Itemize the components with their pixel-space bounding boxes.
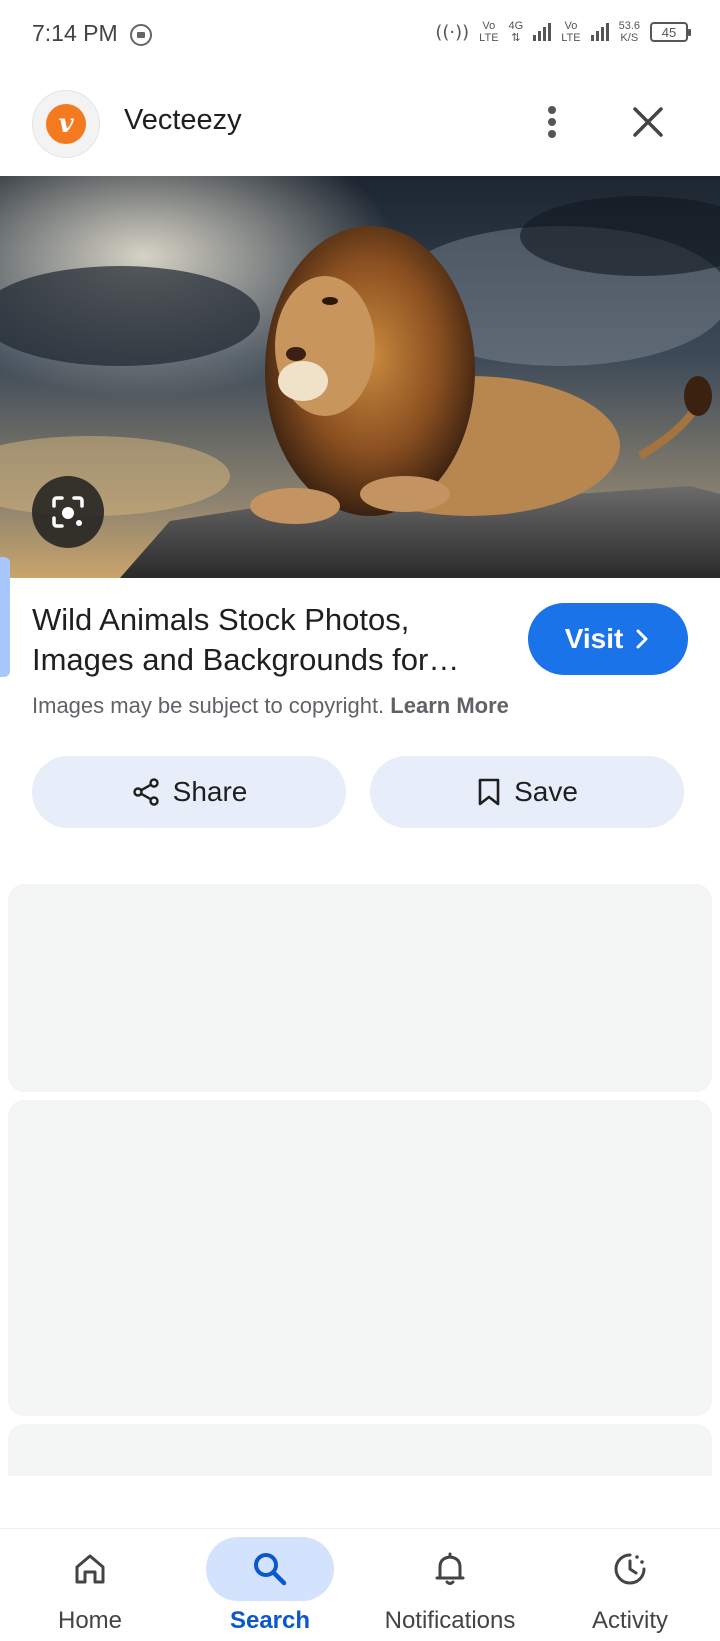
data-arrows-icon: ⇅ <box>511 32 521 44</box>
bottom-navigation: Home Search Notifications Activity <box>0 1528 720 1641</box>
network-type: 4G ⇅ <box>509 20 524 44</box>
lens-icon <box>52 496 84 528</box>
nav-activity[interactable]: Activity <box>540 1537 720 1641</box>
status-indicators: ((·)) Vo LTE 4G ⇅ Vo LTE 53.6 K/S 45 <box>435 20 691 44</box>
nav-notifications-icon-wrap <box>386 1537 514 1601</box>
side-panel-handle[interactable] <box>0 557 10 677</box>
site-logo[interactable]: v <box>32 90 100 158</box>
home-icon <box>75 1554 105 1584</box>
nav-activity-icon-wrap <box>566 1537 694 1601</box>
learn-more-link[interactable]: Learn More <box>390 693 509 718</box>
nav-search-icon-wrap <box>206 1537 334 1601</box>
speed-unit: K/S <box>620 32 639 44</box>
vecteezy-logo-icon: v <box>46 104 86 144</box>
loading-placeholder-card <box>8 884 712 1092</box>
signal-icon <box>533 23 552 41</box>
status-time: 7:14 PM <box>32 20 118 46</box>
network-speed: 53.6 K/S <box>619 20 640 44</box>
nav-activity-label: Activity <box>591 1607 668 1634</box>
result-image[interactable] <box>0 176 720 578</box>
volte-indicator-2: Vo LTE <box>561 20 580 44</box>
copyright-text: Images may be subject to copyright. <box>32 693 385 718</box>
nav-notifications[interactable]: Notifications <box>360 1537 540 1641</box>
nav-home-label: Home <box>57 1607 123 1634</box>
loading-placeholder-card <box>8 1424 712 1476</box>
volte-indicator: Vo LTE <box>479 20 498 44</box>
network-type-text: 4G <box>508 20 524 32</box>
share-button[interactable]: Share <box>32 756 346 828</box>
chevron-right-icon <box>636 629 648 649</box>
volte-bottom-text: LTE <box>479 32 499 44</box>
bookmark-icon <box>478 778 500 806</box>
source-header: v Vecteezy <box>0 80 720 176</box>
volte-top-text-2: Vo <box>564 20 578 32</box>
signal-icon-2 <box>590 23 609 41</box>
save-label: Save <box>514 776 578 807</box>
copyright-notice: Images may be subject to copyright. Lear… <box>32 693 509 719</box>
nav-notifications-label: Notifications <box>384 1607 516 1634</box>
notification-icon <box>130 24 152 46</box>
close-icon <box>633 107 663 137</box>
lion-on-rock-image <box>0 176 720 578</box>
more-vert-icon <box>548 106 556 138</box>
search-icon <box>254 1553 287 1586</box>
visit-label: Visit <box>564 623 624 654</box>
speed-value: 53.6 <box>618 20 640 32</box>
nav-home-icon-wrap <box>26 1537 154 1601</box>
bell-icon <box>435 1552 465 1585</box>
nav-home[interactable]: Home <box>0 1537 180 1641</box>
share-icon <box>132 778 159 806</box>
battery-level: 45 <box>661 24 677 40</box>
close-button[interactable] <box>626 100 670 144</box>
google-lens-button[interactable] <box>32 476 104 548</box>
more-options-button[interactable] <box>530 100 574 144</box>
nav-search-label: Search <box>229 1607 311 1634</box>
visit-button[interactable]: Visit <box>528 603 688 675</box>
hotspot-icon: ((·)) <box>435 21 470 43</box>
site-name[interactable]: Vecteezy <box>124 104 242 137</box>
status-bar: 7:14 PM ((·)) Vo LTE 4G ⇅ Vo LTE 53.6 K/… <box>0 0 720 72</box>
share-label: Share <box>172 776 248 807</box>
volte-bottom-text-2: LTE <box>561 32 581 44</box>
battery-icon: 45 <box>650 22 691 42</box>
activity-icon <box>614 1553 646 1585</box>
volte-top-text: Vo <box>482 20 496 32</box>
result-title[interactable]: Wild Animals Stock Photos, Images and Ba… <box>32 600 502 680</box>
save-button[interactable]: Save <box>370 756 684 828</box>
nav-search[interactable]: Search <box>180 1537 360 1641</box>
loading-placeholder-card <box>8 1100 712 1416</box>
